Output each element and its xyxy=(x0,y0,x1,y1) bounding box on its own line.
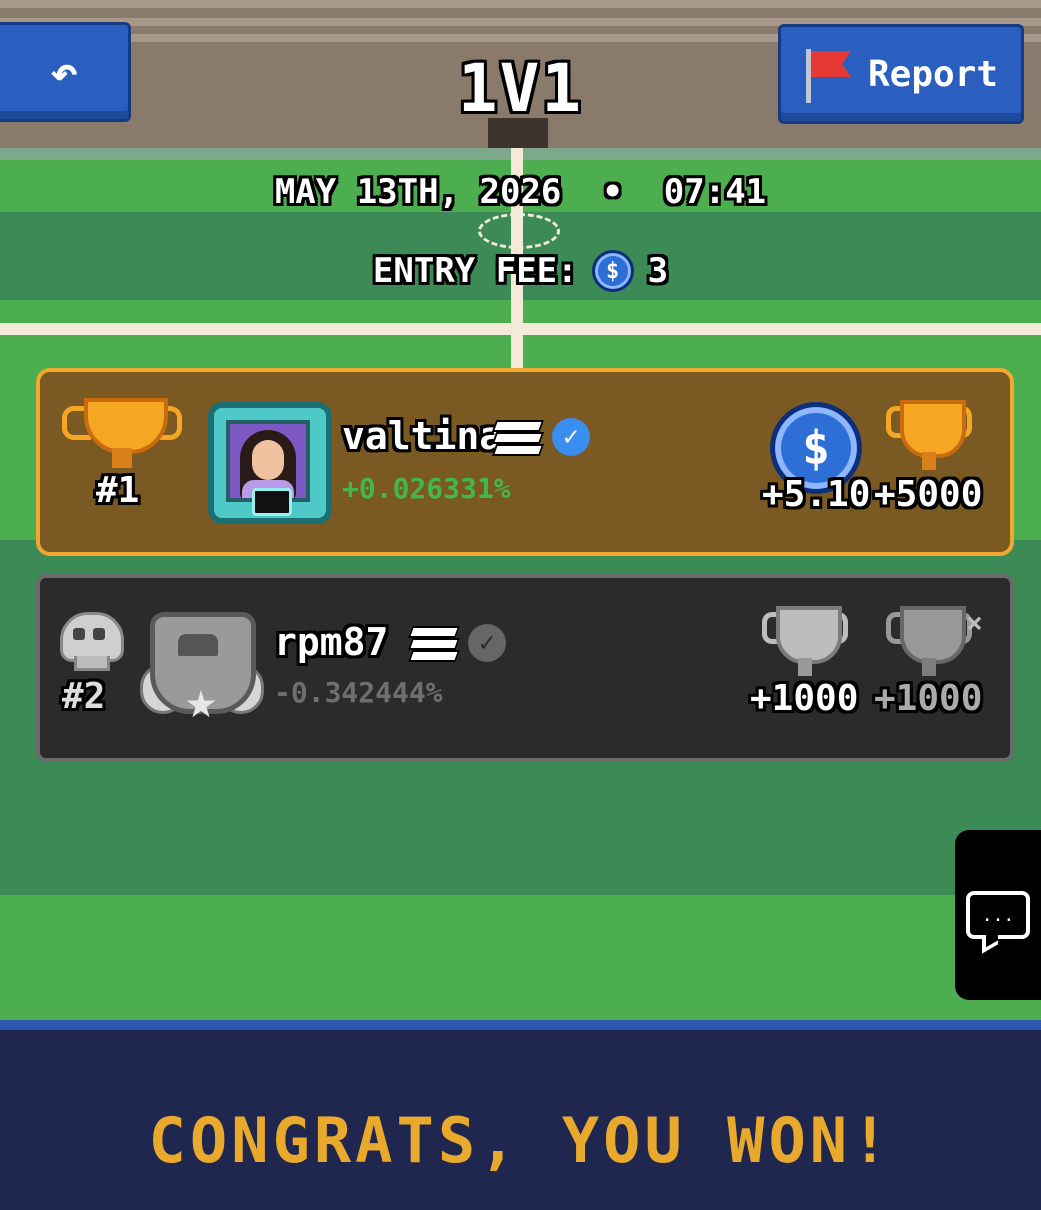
field-band xyxy=(0,895,1041,1020)
report-button[interactable]: Report xyxy=(778,24,1024,124)
entry-fee-value: 3 xyxy=(647,251,669,291)
match-date: MAY 13TH, 2026 xyxy=(274,172,562,212)
close-x-icon: × xyxy=(966,606,983,639)
entry-fee-label: ENTRY FEE: xyxy=(372,251,578,291)
match-time: 07:41 xyxy=(663,172,767,212)
silver-trophy-icon xyxy=(762,606,848,678)
trophy-reward: +1000 xyxy=(874,678,983,719)
avatar[interactable] xyxy=(140,604,264,724)
trophy-reward: +5000 xyxy=(874,474,983,515)
result-message: CONGRATS, YOU WON! xyxy=(148,1104,893,1177)
verified-badge-icon: ✓ xyxy=(552,418,590,456)
report-label: Report xyxy=(867,53,999,95)
percent-change: +0.026331% xyxy=(342,472,511,505)
skull-icon xyxy=(60,612,124,671)
trophy-reward: +1000 xyxy=(750,678,859,719)
entry-fee: ENTRY FEE: $ 3 xyxy=(0,250,1041,292)
percent-change: -0.342444% xyxy=(274,676,443,709)
gold-trophy-icon xyxy=(886,400,972,472)
silver-trophy-icon xyxy=(886,606,972,678)
solana-badge-icon xyxy=(252,488,292,516)
red-flag-icon xyxy=(804,45,852,103)
center-circle xyxy=(478,213,560,249)
rank-label: #1 xyxy=(96,470,140,511)
player-username[interactable]: rpm87 xyxy=(274,620,388,664)
chat-bubble-icon: ... xyxy=(966,891,1030,939)
date-separator: • xyxy=(602,172,623,212)
solana-icon xyxy=(491,420,545,456)
coin-reward: +5.10 xyxy=(762,474,871,515)
solana-icon xyxy=(407,626,461,662)
rank-label: #2 xyxy=(62,676,106,717)
player-username[interactable]: valtina xyxy=(342,414,502,458)
player-row-winner[interactable] xyxy=(36,368,1014,556)
verified-badge-icon: ✓ xyxy=(468,624,506,662)
avatar[interactable] xyxy=(208,402,332,524)
match-datetime: MAY 13TH, 2026 • 07:41 xyxy=(0,172,1041,212)
usdc-coin-icon: $ xyxy=(591,250,634,292)
chat-button[interactable]: ... xyxy=(955,830,1041,1000)
gold-trophy-icon xyxy=(62,398,182,468)
